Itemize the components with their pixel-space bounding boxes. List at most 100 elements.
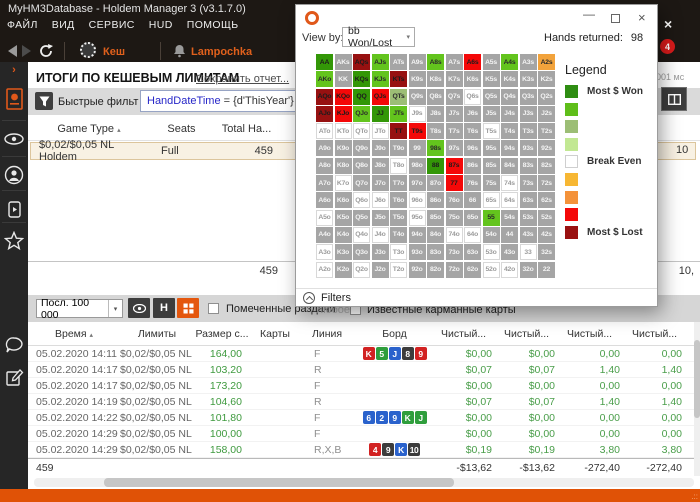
hand-cell-K3o[interactable]: K3o [334, 244, 352, 261]
hand-cell-J6s[interactable]: J6s [464, 105, 481, 122]
hand-cell-94o[interactable]: 94o [408, 226, 426, 243]
filters-expander[interactable]: Filters [296, 288, 657, 306]
hand-cell-Q3o[interactable]: Q3o [353, 244, 370, 261]
hand-cell-84o[interactable]: 84o [427, 226, 444, 243]
hand-cell-T4o[interactable]: T4o [390, 226, 407, 243]
sidebar-item-chat[interactable] [0, 330, 28, 360]
hand-cell-T8o[interactable]: T8o [390, 157, 407, 174]
hand-cell-ATo[interactable]: ATo [316, 123, 333, 140]
hand-cell-53o[interactable]: 53o [482, 244, 500, 261]
hand-cell-Q8s[interactable]: Q8s [427, 88, 444, 105]
hand-cell-J8s[interactable]: J8s [427, 105, 444, 122]
hand-cell-J6o[interactable]: J6o [371, 192, 389, 209]
hands-col-8[interactable]: Чистый... [561, 328, 626, 340]
hand-cell-J2s[interactable]: J2s [538, 105, 555, 122]
hand-cell-73o[interactable]: 73o [445, 244, 463, 261]
hands-col-2[interactable]: Размер с... [194, 328, 250, 340]
hand-cell-63s[interactable]: 63s [519, 192, 537, 209]
hand-cell-K4s[interactable]: K4s [501, 71, 518, 88]
hand-cell-A6o[interactable]: A6o [316, 192, 333, 209]
hand-cell-32o[interactable]: 32o [519, 261, 537, 278]
save-report-link[interactable]: Сохранить отчет... [196, 73, 289, 85]
hand-cell-AJo[interactable]: AJo [316, 105, 333, 122]
hands-col-3[interactable]: Карты [250, 328, 300, 340]
hand-cell-44[interactable]: 44 [501, 226, 518, 243]
hands-col-7[interactable]: Чистый... [498, 328, 561, 340]
hand-cell-A3s[interactable]: A3s [519, 54, 537, 70]
hand-cell-77[interactable]: 77 [445, 175, 463, 192]
hand-cell-J5s[interactable]: J5s [482, 105, 500, 122]
hand-cell-JJ[interactable]: JJ [371, 105, 389, 122]
hand-cell-A4o[interactable]: A4o [316, 226, 333, 243]
hand-cell-T9s[interactable]: T9s [408, 123, 426, 140]
hand-cell-Q4s[interactable]: Q4s [501, 88, 518, 105]
filter-funnel-button[interactable] [35, 92, 53, 110]
hand-cell-KQs[interactable]: KQs [353, 71, 370, 88]
hand-cell-94s[interactable]: 94s [501, 140, 518, 157]
hand-cell-75o[interactable]: 75o [445, 209, 463, 226]
col-total-hands[interactable]: Total Ha... [213, 123, 280, 135]
hand-cell-87o[interactable]: 87o [427, 175, 444, 192]
hand-cell-82s[interactable]: 82s [538, 157, 555, 174]
hand-cell-65s[interactable]: 65s [482, 192, 500, 209]
hand-cell-74s[interactable]: 74s [501, 175, 518, 192]
hand-cell-K6s[interactable]: K6s [464, 71, 481, 88]
hand-cell-AKo[interactable]: AKo [316, 71, 333, 88]
hand-cell-43o[interactable]: 43o [501, 244, 518, 261]
hand-cell-53s[interactable]: 53s [519, 209, 537, 226]
hand-cell-42s[interactable]: 42s [538, 226, 555, 243]
hand-cell-QJs[interactable]: QJs [371, 88, 389, 105]
hand-cell-J4s[interactable]: J4s [501, 105, 518, 122]
hand-cell-K2o[interactable]: K2o [334, 261, 352, 278]
hand-cell-A7s[interactable]: A7s [445, 54, 463, 70]
hand-cell-A9o[interactable]: A9o [316, 140, 333, 157]
hand-cell-Q5o[interactable]: Q5o [353, 209, 370, 226]
hand-cell-33[interactable]: 33 [519, 244, 537, 261]
hand-cell-52o[interactable]: 52o [482, 261, 500, 278]
hand-cell-95o[interactable]: 95o [408, 209, 426, 226]
hand-cell-75s[interactable]: 75s [482, 175, 500, 192]
lampochka-tab[interactable]: Lampochka [191, 46, 252, 58]
hand-cell-T3o[interactable]: T3o [390, 244, 407, 261]
hand-cell-62o[interactable]: 62o [464, 261, 481, 278]
hand-cell-AQo[interactable]: AQo [316, 88, 333, 105]
hand-cell-K5s[interactable]: K5s [482, 71, 500, 88]
hand-cell-QQ[interactable]: QQ [353, 88, 370, 105]
hand-cell-85o[interactable]: 85o [427, 209, 444, 226]
expand-arrow-icon[interactable]: › [0, 62, 28, 78]
hand-cell-74o[interactable]: 74o [445, 226, 463, 243]
hand-cell-J5o[interactable]: J5o [371, 209, 389, 226]
hand-cell-86o[interactable]: 86o [427, 192, 444, 209]
hand-cell-Q6o[interactable]: Q6o [353, 192, 370, 209]
back-icon[interactable] [8, 45, 17, 57]
hand-cell-64o[interactable]: 64o [464, 226, 481, 243]
hand-cell-Q9o[interactable]: Q9o [353, 140, 370, 157]
hand-cell-J9s[interactable]: J9s [408, 105, 426, 122]
close-icon[interactable]: × [638, 10, 646, 25]
hand-cell-J9o[interactable]: J9o [371, 140, 389, 157]
hand-cell-65o[interactable]: 65o [464, 209, 481, 226]
hand-cell-T2o[interactable]: T2o [390, 261, 407, 278]
hud-toggle-button[interactable]: H [153, 298, 175, 318]
forward-icon[interactable] [22, 45, 31, 57]
hand-cell-J4o[interactable]: J4o [371, 226, 389, 243]
hand-cell-54o[interactable]: 54o [482, 226, 500, 243]
hand-cell-Q7o[interactable]: Q7o [353, 175, 370, 192]
hand-cell-K7s[interactable]: K7s [445, 71, 463, 88]
hand-cell-Q7s[interactable]: Q7s [445, 88, 463, 105]
hand-cell-QTs[interactable]: QTs [390, 88, 407, 105]
hand-cell-Q6s[interactable]: Q6s [464, 88, 481, 105]
col-game-type[interactable]: Game Type ▴ [28, 123, 150, 135]
hand-cell-99[interactable]: 99 [408, 140, 426, 157]
hand-cell-86s[interactable]: 86s [464, 157, 481, 174]
hand-cell-84s[interactable]: 84s [501, 157, 518, 174]
hand-cell-T5s[interactable]: T5s [482, 123, 500, 140]
hand-row[interactable]: 05.02.2020 14:19 $0,02/$0,05 NL H 104,60 R $… [28, 394, 694, 410]
hand-cell-A5s[interactable]: A5s [482, 54, 500, 70]
hand-row[interactable]: 05.02.2020 14:22 $0,02/$0,05 NL H 101,80 F 6… [28, 410, 694, 426]
hand-cell-42o[interactable]: 42o [501, 261, 518, 278]
hand-cell-96s[interactable]: 96s [464, 140, 481, 157]
hand-cell-52s[interactable]: 52s [538, 209, 555, 226]
maximize-icon[interactable] [611, 14, 620, 23]
hand-cell-J3s[interactable]: J3s [519, 105, 537, 122]
